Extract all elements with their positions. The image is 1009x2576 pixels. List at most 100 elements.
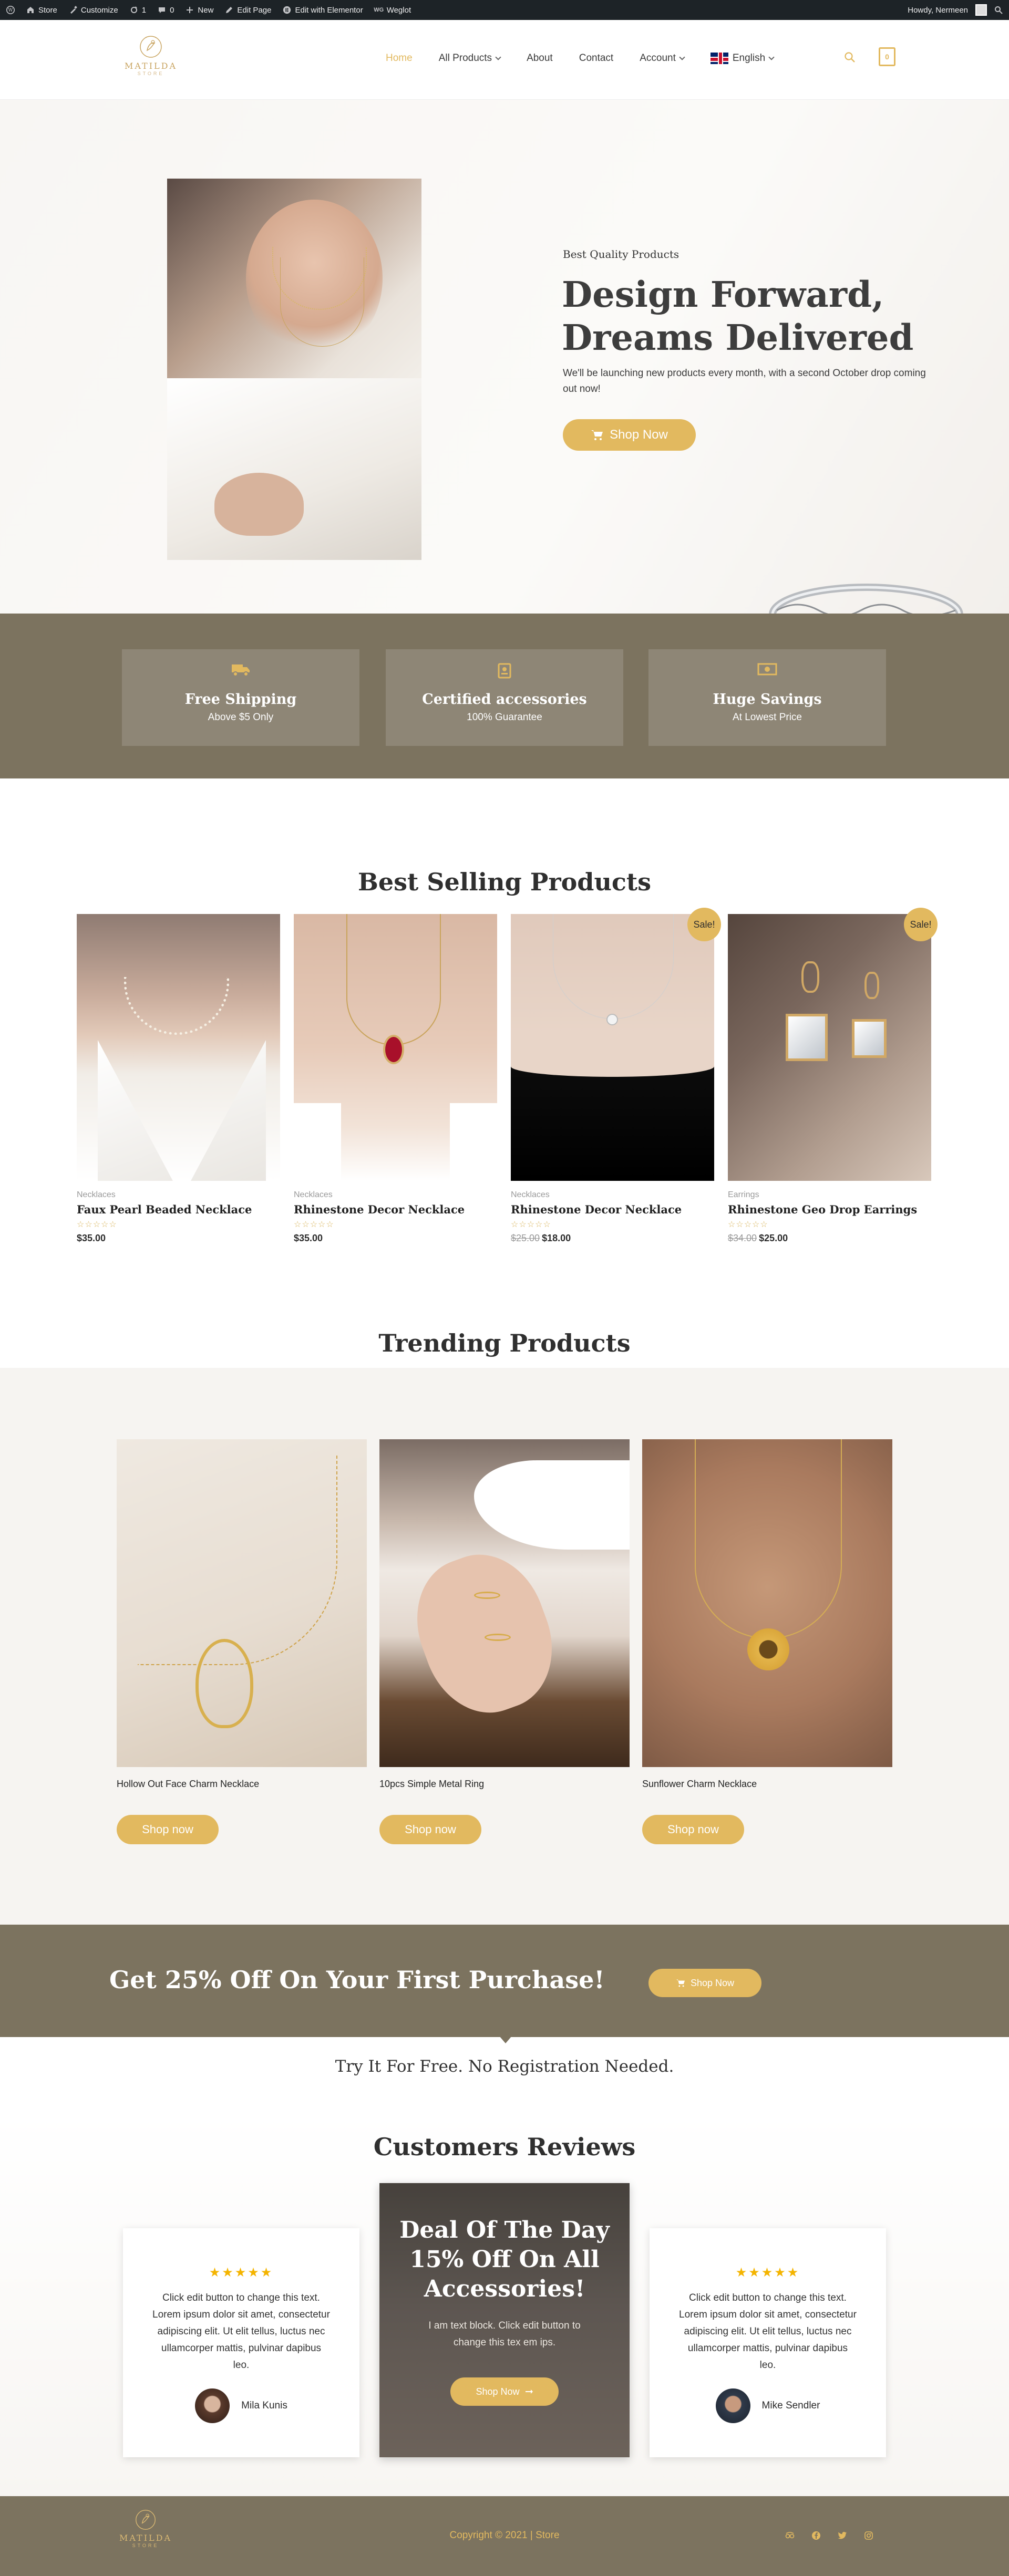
admin-updates-count: 1 (141, 5, 147, 15)
nav-about[interactable]: About (527, 53, 553, 64)
hero-shop-now-button[interactable]: Shop Now (563, 419, 696, 451)
best-selling-title: Best Selling Products (357, 868, 652, 896)
product-image[interactable] (511, 914, 714, 1181)
admin-weglot-link[interactable]: WG Weglot (374, 6, 411, 15)
product-image[interactable] (77, 914, 280, 1181)
product-card[interactable]: Necklaces Rhinestone Decor Necklace ☆☆☆☆… (511, 914, 714, 1244)
admin-edit-page-link[interactable]: Edit Page (225, 6, 271, 15)
site-footer: MATILDA STORE Copyright © 2021 | Store (0, 2496, 1009, 2576)
admin-customize-link[interactable]: Customize (69, 6, 118, 15)
admin-comments-link[interactable]: 0 (158, 6, 174, 15)
avatar (715, 2388, 750, 2423)
header-cart-icon[interactable]: 0 (879, 47, 895, 66)
instagram-icon[interactable] (863, 2530, 874, 2541)
feature-title: Huge Savings (713, 691, 822, 708)
trending-name[interactable]: Hollow Out Face Charm Necklace (117, 1779, 367, 1790)
admin-howdy[interactable]: Howdy, Nermeen (908, 6, 968, 15)
review-text: Click edit button to change this text. L… (679, 2292, 857, 2371)
nav-all-products-label: All Products (438, 53, 492, 64)
arrow-right-icon (525, 2390, 533, 2394)
money-icon (757, 663, 777, 676)
product-price: $18.00 (542, 1233, 571, 1243)
cart-icon (676, 1979, 685, 1987)
hero-title-line1: Design Forward, (562, 274, 884, 315)
product-rating-icon: ☆☆☆☆☆ (728, 1220, 768, 1229)
wordpress-logo-menu[interactable]: W (6, 6, 15, 14)
trending-card[interactable]: Sunflower Charm Necklace Shop now (642, 1439, 892, 1844)
logo-subtext: STORE (137, 71, 164, 76)
product-card[interactable]: Necklaces Rhinestone Decor Necklace ☆☆☆☆… (294, 914, 497, 1244)
deal-text: I am text block. Click edit button to ch… (428, 2320, 581, 2348)
logo-text: MATILDA (124, 61, 178, 71)
admin-search-icon[interactable] (994, 6, 1003, 14)
footer-logo[interactable]: MATILDA STORE (117, 2509, 174, 2548)
nav-account[interactable]: Account (640, 53, 685, 64)
tripadvisor-icon[interactable] (784, 2530, 796, 2541)
product-category: Necklaces (294, 1190, 333, 1199)
language-switcher[interactable]: English (710, 53, 775, 64)
product-rating-icon: ☆☆☆☆☆ (511, 1220, 551, 1229)
feature-card: Huge Savings At Lowest Price (648, 649, 886, 746)
sale-badge: Sale! (904, 908, 938, 941)
footer-logo-subtext: STORE (132, 2543, 159, 2548)
promo-band: Get 25% Off On Your First Purchase! Shop… (0, 1925, 1009, 2037)
admin-customize-label: Customize (80, 5, 118, 15)
product-category: Necklaces (77, 1190, 116, 1199)
uk-flag-icon (710, 53, 728, 64)
facebook-icon[interactable] (810, 2530, 822, 2541)
brush-icon (69, 6, 77, 14)
product-old-price: $34.00 (728, 1233, 757, 1243)
product-name[interactable]: Rhinestone Geo Drop Earrings (728, 1203, 931, 1216)
product-category: Necklaces (511, 1190, 550, 1199)
elementor-icon (283, 6, 291, 14)
trending-shop-now-button[interactable]: Shop now (117, 1815, 219, 1844)
reviews-title: Customers Reviews (373, 2133, 636, 2161)
sale-badge: Sale! (687, 908, 721, 941)
hero-title: Design Forward, Dreams Delivered (562, 273, 913, 359)
deal-title-line3: Accessories! (424, 2276, 585, 2302)
twitter-icon[interactable] (837, 2530, 848, 2541)
trending-name[interactable]: Sunflower Charm Necklace (642, 1779, 892, 1790)
trending-name[interactable]: 10pcs Simple Metal Ring (379, 1779, 630, 1790)
promo-shop-now-button[interactable]: Shop Now (648, 1969, 761, 1997)
admin-new-link[interactable]: New (186, 6, 213, 15)
trending-card[interactable]: 10pcs Simple Metal Ring Shop now (379, 1439, 630, 1844)
refresh-icon (130, 6, 138, 14)
hero-text: We'll be launching new products every mo… (563, 368, 926, 394)
site-logo[interactable]: MATILDA STORE (122, 35, 180, 76)
pencil-icon (225, 6, 233, 14)
product-rating-icon: ☆☆☆☆☆ (294, 1220, 334, 1229)
trending-card[interactable]: Hollow Out Face Charm Necklace Shop now (117, 1439, 367, 1844)
product-card[interactable]: Earrings Rhinestone Geo Drop Earrings ☆☆… (728, 914, 931, 1244)
deal-button-label: Shop Now (476, 2386, 520, 2397)
product-price: $35.00 (294, 1233, 323, 1243)
admin-elementor-link[interactable]: Edit with Elementor (283, 6, 363, 15)
product-rating-icon: ☆☆☆☆☆ (77, 1220, 117, 1229)
product-card[interactable]: Necklaces Faux Pearl Beaded Necklace ☆☆☆… (77, 914, 280, 1244)
nav-contact[interactable]: Contact (579, 53, 613, 64)
home-icon (26, 6, 35, 14)
product-image[interactable] (728, 914, 931, 1181)
feature-title: Free Shipping (184, 691, 297, 708)
plus-icon (186, 6, 194, 14)
trending-image[interactable] (117, 1439, 367, 1767)
deal-shop-now-button[interactable]: Shop Now (450, 2377, 559, 2406)
product-name[interactable]: Rhinestone Decor Necklace (294, 1203, 497, 1216)
trending-shop-now-button[interactable]: Shop now (379, 1815, 481, 1844)
trending-shop-now-button[interactable]: Shop now (642, 1815, 744, 1844)
admin-site-label: Store (38, 5, 57, 15)
product-image[interactable] (294, 914, 497, 1181)
comment-icon (158, 6, 166, 14)
wordpress-icon: W (6, 6, 15, 14)
nav-home[interactable]: Home (386, 53, 413, 64)
admin-site-link[interactable]: Store (26, 6, 57, 15)
admin-avatar[interactable] (975, 4, 987, 16)
nav-about-label: About (527, 53, 553, 64)
product-name[interactable]: Faux Pearl Beaded Necklace (77, 1203, 280, 1216)
trending-image[interactable] (642, 1439, 892, 1767)
admin-updates-link[interactable]: 1 (130, 6, 146, 15)
trending-image[interactable] (379, 1439, 630, 1767)
nav-all-products[interactable]: All Products (438, 53, 501, 64)
header-search-icon[interactable] (844, 51, 856, 66)
product-name[interactable]: Rhinestone Decor Necklace (511, 1203, 714, 1216)
